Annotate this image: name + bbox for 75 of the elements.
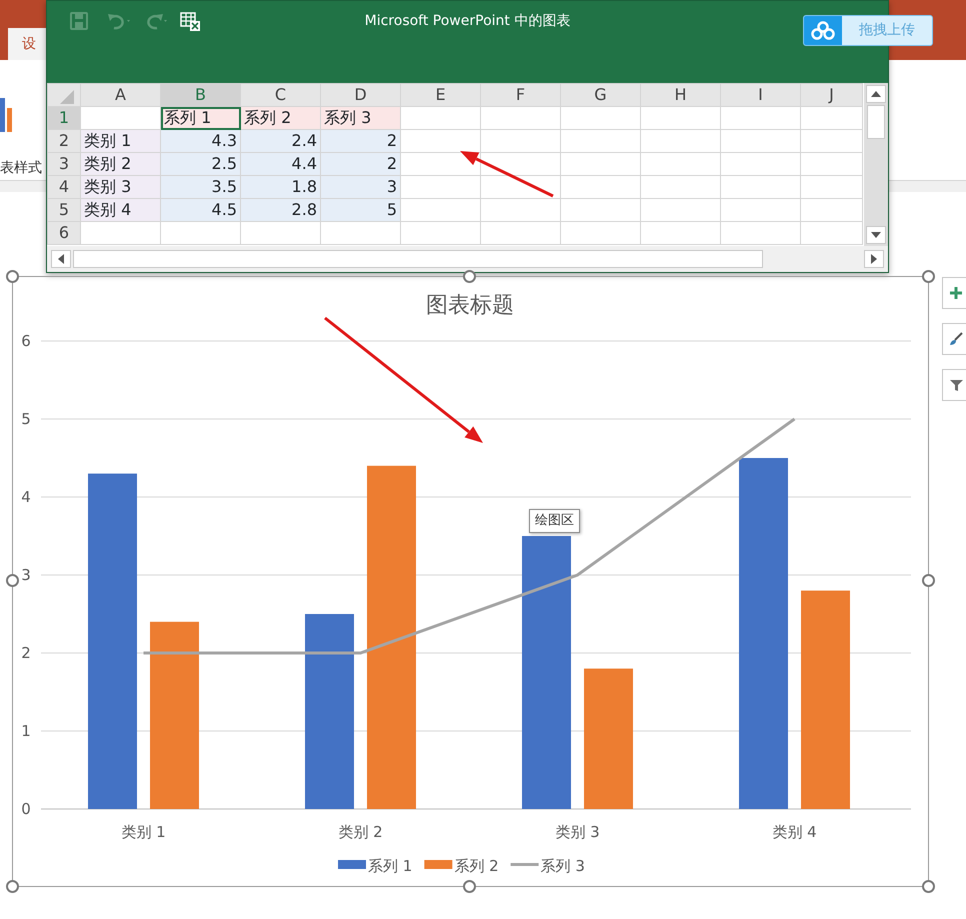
y-tick-label: 2 (21, 644, 31, 662)
resize-handle[interactable] (922, 270, 935, 283)
resize-handle[interactable] (463, 270, 476, 283)
table-cell[interactable]: 类别 4 (80, 198, 160, 222)
add-icon[interactable] (949, 286, 964, 300)
y-tick-label: 1 (21, 722, 31, 740)
legend-label[interactable]: 系列 1 (368, 857, 412, 875)
legend-label[interactable]: 系列 2 (454, 857, 499, 875)
table-cell[interactable]: 2 (320, 152, 400, 176)
table-cell[interactable]: 1.8 (240, 176, 320, 198)
row-header[interactable]: 2 (48, 130, 80, 152)
resize-handle[interactable] (6, 880, 19, 893)
resize-handle[interactable] (922, 880, 935, 893)
y-tick-label: 5 (21, 410, 31, 428)
table-cell[interactable]: 2.4 (240, 130, 320, 152)
tooltip: 绘图区 (529, 509, 580, 532)
y-tick-label: 4 (21, 488, 31, 506)
scroll-right-icon[interactable] (871, 254, 877, 264)
table-cell[interactable]: 系列 1 (160, 106, 240, 130)
scroll-left-icon[interactable] (58, 254, 64, 264)
column-header[interactable]: F (480, 84, 560, 106)
resize-handle[interactable] (6, 574, 19, 587)
row-header[interactable]: 1 (48, 106, 80, 130)
x-axis-label: 类别 3 (555, 823, 600, 841)
brush-icon[interactable] (949, 332, 964, 346)
y-tick-label: 0 (21, 800, 31, 818)
resize-handle[interactable] (922, 574, 935, 587)
scroll-down-icon[interactable] (871, 232, 881, 238)
window-title: Microsoft PowerPoint 中的图表 (364, 13, 570, 29)
column-header[interactable]: C (240, 84, 320, 106)
table-cell[interactable]: 类别 3 (80, 176, 160, 198)
scroll-thumb[interactable] (73, 250, 763, 268)
filter-icon[interactable] (949, 378, 964, 392)
table-cell[interactable]: 系列 2 (240, 106, 320, 130)
legend-label[interactable]: 系列 3 (540, 857, 585, 875)
horizontal-scrollbar[interactable] (47, 246, 888, 272)
table-cell[interactable]: 2.5 (160, 152, 240, 176)
table-cell[interactable]: 2.8 (240, 198, 320, 222)
column-header[interactable]: A (80, 84, 160, 106)
y-tick-label: 6 (21, 332, 31, 350)
column-header[interactable]: G (560, 84, 640, 106)
table-cell[interactable]: 系列 3 (320, 106, 400, 130)
table-cell[interactable]: 类别 1 (80, 130, 160, 152)
resize-handle[interactable] (6, 270, 19, 283)
table-cell[interactable]: 类别 2 (80, 152, 160, 176)
column-header[interactable]: B (160, 84, 240, 106)
y-tick-label: 3 (21, 566, 31, 584)
table-cell[interactable]: 5 (320, 198, 400, 222)
column-header[interactable]: E (400, 84, 480, 106)
table-cell[interactable]: 4.5 (160, 198, 240, 222)
table-cell[interactable]: 4.3 (160, 130, 240, 152)
table-cell[interactable]: 2 (320, 130, 400, 152)
x-axis-label: 类别 1 (121, 823, 166, 841)
column-header[interactable]: J (800, 84, 862, 106)
scroll-up-icon[interactable] (871, 91, 881, 97)
ribbon-label: 表样式 (0, 159, 42, 178)
scroll-thumb[interactable] (867, 105, 885, 139)
x-axis-label: 类别 2 (338, 823, 383, 841)
column-header[interactable]: D (320, 84, 400, 106)
chart-title[interactable]: 图表标题 (426, 293, 514, 318)
table-cell[interactable]: 3.5 (160, 176, 240, 198)
cloud-icon (810, 20, 836, 40)
vertical-scrollbar[interactable] (864, 83, 888, 246)
table-cell[interactable]: 4.4 (240, 152, 320, 176)
row-header[interactable]: 6 (48, 222, 80, 244)
resize-handle[interactable] (463, 880, 476, 893)
row-header[interactable]: 5 (48, 198, 80, 222)
x-axis-label: 类别 4 (772, 823, 817, 841)
row-header[interactable]: 4 (48, 176, 80, 198)
ribbon-tab[interactable]: 设 (8, 28, 48, 60)
column-header[interactable]: I (720, 84, 800, 106)
column-header[interactable]: H (640, 84, 720, 106)
row-header[interactable]: 3 (48, 152, 80, 176)
chart-line[interactable] (144, 418, 796, 654)
table-cell[interactable]: 3 (320, 176, 400, 198)
